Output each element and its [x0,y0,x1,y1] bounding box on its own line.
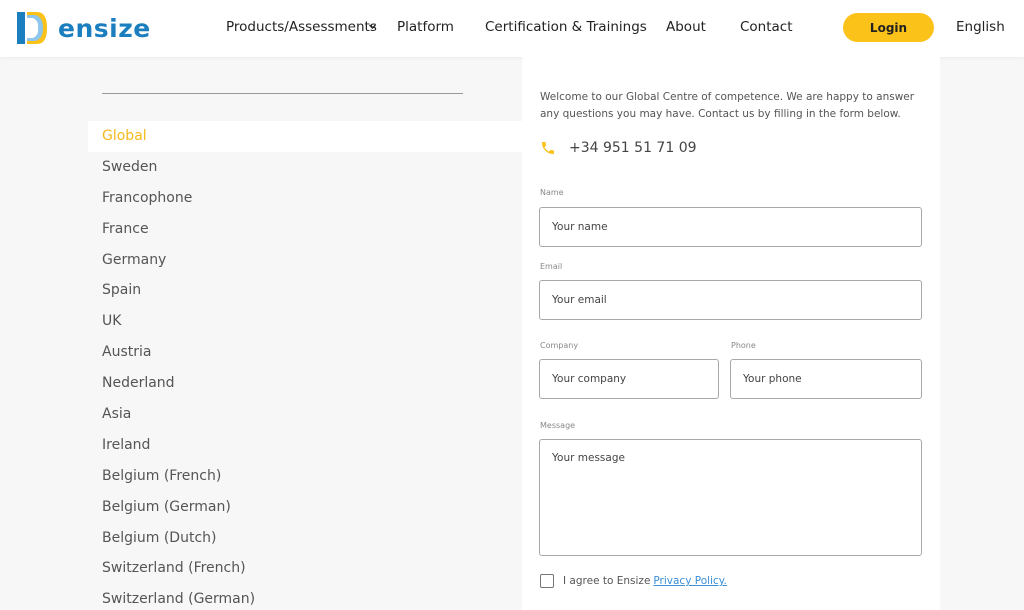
phone-label: Phone [731,341,756,350]
chevron-down-icon[interactable] [368,22,377,31]
nav-certification-trainings[interactable]: Certification & Trainings [485,19,647,35]
message-label: Message [540,421,576,430]
country-item[interactable]: Global [88,121,522,152]
agree-checkbox[interactable] [540,574,554,588]
country-item[interactable]: Spain [88,275,522,306]
country-item[interactable]: Switzerland (German) [88,584,522,610]
language-selector[interactable]: English [956,19,1005,35]
agree-text: I agree to Ensize [563,575,651,587]
country-item[interactable]: UK [88,306,522,337]
name-label: Name [540,188,564,197]
nav-platform[interactable]: Platform [397,19,454,35]
country-item[interactable]: Francophone [88,183,522,214]
phone-icon [542,142,554,154]
country-item[interactable]: Sweden [88,152,522,183]
phone-number[interactable]: +34 951 51 71 09 [569,140,697,156]
welcome-text: Welcome to our Global Centre of competen… [540,91,915,120]
login-button[interactable]: Login [843,13,934,42]
message-textarea[interactable] [539,439,922,556]
ensize-logo-icon [17,12,47,44]
country-item[interactable]: Belgium (Dutch) [88,523,522,554]
country-item[interactable]: Austria [88,337,522,368]
country-item[interactable]: Nederland [88,368,522,399]
country-item[interactable]: Belgium (German) [88,492,522,523]
country-item[interactable]: Belgium (French) [88,461,522,492]
name-input[interactable] [539,207,922,247]
nav-about[interactable]: About [666,19,706,35]
email-input[interactable] [539,280,922,320]
country-item[interactable]: Ireland [88,430,522,461]
country-item[interactable]: Switzerland (French) [88,553,522,584]
site-header: ensize Products/Assessments Platform Cer… [0,0,1024,57]
country-item[interactable]: Asia [88,399,522,430]
email-label: Email [540,262,563,271]
logo-text: ensize [58,13,151,43]
logo[interactable]: ensize [17,12,151,44]
phone-input[interactable] [730,359,922,399]
country-item[interactable]: France [88,214,522,245]
contact-panel: Welcome to our Global Centre of competen… [522,57,940,610]
privacy-policy-link[interactable]: Privacy Policy. [653,575,726,587]
country-list: Global Sweden Francophone France Germany Spai… [88,121,522,610]
nav-contact[interactable]: Contact [740,19,793,35]
nav-products-assessments[interactable]: Products/Assessments [226,19,377,35]
divider [102,93,463,94]
privacy-agreement: I agree to Ensize Privacy Policy. [540,574,727,588]
company-label: Company [540,341,579,350]
company-input[interactable] [539,359,719,399]
country-item[interactable]: Germany [88,245,522,276]
phone-contact: +34 951 51 71 09 [540,140,697,156]
